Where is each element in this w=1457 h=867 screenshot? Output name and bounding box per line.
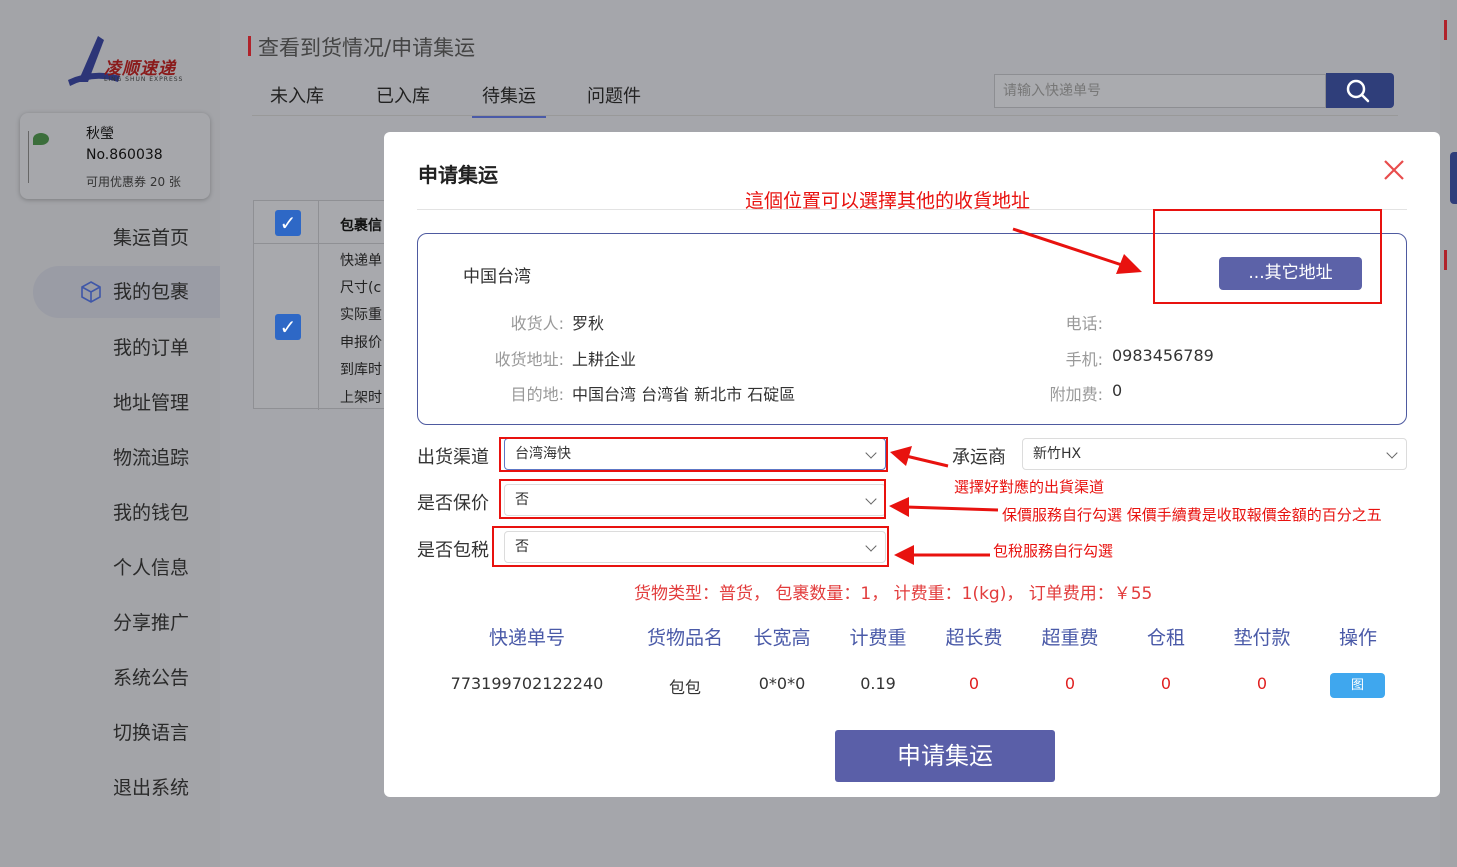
table-cell: 实际重 bbox=[340, 307, 382, 323]
logo-subtitle: LING SHUN EXPRESS bbox=[104, 76, 184, 83]
overlength-fee-cell: 0 bbox=[968, 674, 980, 693]
table-cell: 尺寸(c bbox=[340, 280, 382, 296]
weight-cell: 0.19 bbox=[860, 674, 896, 693]
sidebar-item-label: 我的包裹 bbox=[113, 281, 190, 303]
annotation-box-tax bbox=[492, 526, 889, 567]
avatar bbox=[28, 131, 64, 183]
carrier-label: 承运商 bbox=[952, 447, 1006, 468]
annotation-box-other-address bbox=[1153, 209, 1382, 304]
sidebar-item-my-orders[interactable]: 我的订单 bbox=[0, 322, 220, 374]
table-divider bbox=[254, 243, 386, 244]
table-cell: 到库时 bbox=[340, 362, 382, 378]
insure-label: 是否保价 bbox=[417, 493, 489, 514]
goods-name-cell: 包包 bbox=[668, 678, 701, 697]
column-header: 操作 bbox=[1338, 627, 1377, 649]
sidebar: 凌顺速递 LING SHUN EXPRESS 秋瑩 No.860038 可用优惠… bbox=[0, 0, 220, 867]
annotation-box-channel bbox=[499, 437, 888, 472]
receiver-value: 罗秋 bbox=[572, 314, 605, 333]
table-header: 包裹信 bbox=[340, 218, 382, 234]
package-table: ✓ ✓ 包裹信 快递单 尺寸(c 实际重 申报价 到库时 上架时 bbox=[253, 200, 386, 410]
tab-not-stored[interactable]: 未入库 bbox=[270, 82, 324, 108]
dimensions-cell: 0*0*0 bbox=[758, 674, 806, 693]
storage-fee-cell: 0 bbox=[1160, 674, 1172, 693]
user-number: No.860038 bbox=[86, 147, 163, 163]
carrier-select[interactable]: 新竹HX bbox=[1022, 438, 1407, 470]
address-country: 中国台湾 bbox=[463, 267, 531, 287]
column-header: 长宽高 bbox=[753, 627, 811, 649]
package-icon bbox=[81, 281, 101, 303]
advance-payment-cell: 0 bbox=[1256, 674, 1268, 693]
sidebar-item-tracking[interactable]: 物流追踪 bbox=[0, 432, 220, 484]
avatar-image-icon bbox=[33, 133, 49, 145]
sidebar-item-profile[interactable]: 个人信息 bbox=[0, 542, 220, 594]
search-button[interactable] bbox=[1326, 73, 1394, 108]
overweight-fee-cell: 0 bbox=[1064, 674, 1076, 693]
carrier-value: 新竹HX bbox=[1033, 446, 1082, 462]
tab-stored[interactable]: 已入库 bbox=[376, 82, 430, 108]
surcharge-value: 0 bbox=[1112, 381, 1123, 400]
sidebar-item-home[interactable]: 集运首页 bbox=[0, 212, 220, 264]
close-icon[interactable] bbox=[1382, 158, 1406, 182]
tax-label: 是否包税 bbox=[417, 540, 489, 561]
sidebar-item-announcements[interactable]: 系统公告 bbox=[0, 652, 220, 704]
annotation-tax: 包稅服務自行勾選 bbox=[993, 542, 1114, 560]
edge-tab[interactable] bbox=[1450, 152, 1457, 204]
annotation-other-address: 這個位置可以選擇其他的收貨地址 bbox=[745, 190, 1031, 212]
tracking-number-cell: 773199702122240 bbox=[450, 674, 604, 693]
annotation-box-insure bbox=[499, 479, 886, 519]
sidebar-item-language[interactable]: 切换语言 bbox=[0, 707, 220, 759]
select-all-checkbox[interactable]: ✓ bbox=[275, 210, 301, 236]
apply-consolidation-button[interactable]: 申请集运 bbox=[835, 730, 1055, 782]
image-button[interactable]: 图 bbox=[1330, 673, 1385, 698]
order-summary: 货物类型：普货， 包裹数量：1， 计费重：1(kg)， 订单费用：￥55 bbox=[634, 584, 1153, 604]
receiver-label: 收货人: bbox=[510, 314, 564, 333]
chevron-down-icon bbox=[1386, 447, 1398, 459]
table-cell: 快递单 bbox=[340, 253, 382, 269]
edge-accent-bar bbox=[1444, 20, 1447, 40]
channel-label: 出货渠道 bbox=[417, 447, 489, 468]
column-header: 超重费 bbox=[1041, 627, 1099, 649]
sidebar-item-wallet[interactable]: 我的钱包 bbox=[0, 487, 220, 539]
sidebar-item-logout[interactable]: 退出系统 bbox=[0, 762, 220, 814]
column-header: 快递单号 bbox=[488, 627, 565, 649]
column-header: 超长费 bbox=[945, 627, 1003, 649]
tab-pending-consolidation[interactable]: 待集运 bbox=[472, 82, 546, 118]
sidebar-item-my-packages[interactable]: 我的包裹 bbox=[33, 266, 220, 318]
address-label: 收货地址: bbox=[494, 350, 564, 369]
user-coupon: 可用优惠券 20 张 bbox=[86, 175, 181, 189]
right-panel-edge bbox=[1440, 0, 1457, 867]
user-name: 秋瑩 bbox=[86, 126, 114, 142]
page-title: 查看到货情况/申请集运 bbox=[258, 36, 476, 60]
destination-label: 目的地: bbox=[510, 385, 564, 404]
column-header: 仓租 bbox=[1146, 627, 1185, 649]
destination-value: 中国台湾 台湾省 新北市 石碇區 bbox=[572, 385, 796, 404]
column-header: 垫付款 bbox=[1233, 627, 1291, 649]
table-cell: 上架时 bbox=[340, 390, 382, 406]
row-checkbox[interactable]: ✓ bbox=[275, 314, 301, 340]
title-accent-bar bbox=[248, 36, 251, 56]
column-header: 计费重 bbox=[849, 627, 907, 649]
column-header: 货物品名 bbox=[646, 627, 723, 649]
brand-logo: 凌顺速递 LING SHUN EXPRESS bbox=[64, 32, 194, 90]
dialog-title: 申请集运 bbox=[418, 163, 498, 187]
user-card[interactable]: 秋瑩 No.860038 可用优惠券 20 张 bbox=[20, 113, 210, 199]
mobile-value: 0983456789 bbox=[1112, 346, 1214, 365]
surcharge-label: 附加费: bbox=[1049, 385, 1103, 404]
edge-accent-bar bbox=[1444, 250, 1447, 270]
tab-problem[interactable]: 问题件 bbox=[587, 82, 641, 108]
search-input[interactable]: 请输入快递单号 bbox=[994, 74, 1326, 108]
table-divider bbox=[318, 201, 319, 410]
sidebar-item-share[interactable]: 分享推广 bbox=[0, 597, 220, 649]
annotation-insure: 保價服務自行勾選 保價手續費是收取報價金額的百分之五 bbox=[1002, 506, 1382, 524]
annotation-channel: 選擇好對應的出貨渠道 bbox=[954, 478, 1105, 496]
search-icon bbox=[1346, 79, 1370, 103]
address-value: 上耕企业 bbox=[572, 350, 637, 369]
sidebar-item-address[interactable]: 地址管理 bbox=[0, 377, 220, 429]
mobile-label: 手机: bbox=[1065, 350, 1103, 369]
phone-label: 电话: bbox=[1065, 314, 1103, 333]
table-cell: 申报价 bbox=[340, 335, 382, 351]
